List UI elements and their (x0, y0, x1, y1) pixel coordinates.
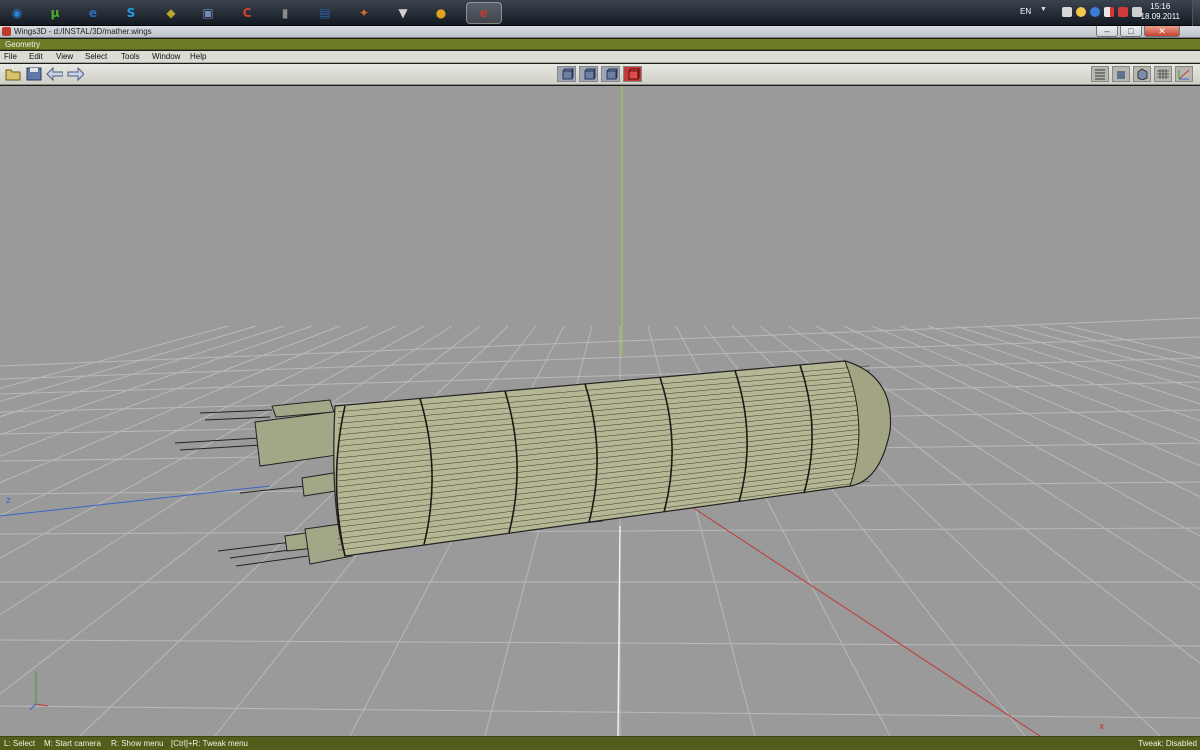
grid-line (0, 325, 341, 457)
language-indicator[interactable]: EN (1020, 7, 1031, 16)
body-select-mode-icon[interactable] (623, 66, 642, 82)
ground-grid-icon[interactable] (1154, 66, 1172, 82)
menu-select[interactable]: Select (85, 51, 107, 63)
menu-bar: File Edit View Select Tools Window Help (0, 51, 1200, 63)
maximize-button[interactable]: □ (1120, 26, 1142, 37)
grid-line (899, 325, 1200, 442)
menu-view[interactable]: View (56, 51, 73, 63)
face-select-mode-icon[interactable] (601, 66, 620, 82)
menu-help[interactable]: Help (190, 51, 206, 63)
tray-flag-icon[interactable] (1104, 7, 1114, 17)
toolbar (0, 64, 1200, 85)
grid-line (0, 705, 1200, 719)
ccleaner-icon[interactable]: C (236, 2, 258, 24)
menu-window[interactable]: Window (152, 51, 180, 63)
z-axis-line (0, 485, 271, 517)
minimize-button[interactable]: – (1096, 26, 1118, 37)
file-utility-icon[interactable]: ▣ (197, 2, 219, 24)
wireframe-view-icon[interactable] (1091, 66, 1109, 82)
skype-icon[interactable]: S (120, 2, 142, 24)
menu-file[interactable]: File (4, 51, 17, 63)
grid-line (0, 639, 1200, 647)
grid-line (0, 317, 1200, 367)
undo-arrow-icon[interactable] (46, 66, 63, 82)
status-hint-left-click: L: Select (4, 739, 36, 748)
tray-alert-icon[interactable] (1118, 7, 1128, 17)
windows-taskbar: ◉ µ e S ◆ ▣ C ▮ ▤ ✦ ▼ ● e EN ▼ 15:16 18.09.2011 (0, 0, 1200, 26)
open-folder-icon[interactable] (4, 66, 21, 82)
status-hint-right-click: R: Show menu (111, 739, 164, 748)
wings3d-task-icon[interactable]: e (466, 2, 502, 24)
clock-date: 18.09.2011 (1140, 12, 1180, 21)
game-app-icon[interactable]: ✦ (353, 2, 375, 24)
grid-line (1067, 325, 1200, 359)
save-icon[interactable] (25, 66, 42, 82)
close-button[interactable]: ✕ (1144, 26, 1180, 37)
wings3d-app-icon (2, 27, 11, 36)
status-hint-tweak: [Ctrl]+R: Tweak menu (171, 739, 248, 748)
smooth-shaded-view-icon[interactable] (1112, 66, 1130, 82)
language-dropdown-icon[interactable]: ▼ (1040, 6, 1047, 13)
tray-info-icon[interactable] (1090, 7, 1100, 17)
system-clock[interactable]: 15:16 18.09.2011 (1141, 2, 1180, 22)
ground-grid (0, 317, 1200, 736)
tweak-status-indicator: Tweak: Disabled (1138, 739, 1197, 748)
menu-tools[interactable]: Tools (121, 51, 140, 63)
redo-arrow-icon[interactable] (67, 66, 84, 82)
z-axis-label: z (6, 496, 11, 506)
grid-line (1039, 325, 1200, 368)
cylinder-mesh (333, 360, 892, 557)
show-desktop-button[interactable] (1192, 0, 1200, 26)
grid-line (0, 325, 229, 389)
utorrent-icon[interactable]: µ (44, 2, 66, 24)
geometry-window-title: Geometry (5, 40, 41, 49)
vertex-select-mode-icon[interactable] (557, 66, 576, 82)
floppy-save-icon[interactable]: ▤ (314, 2, 336, 24)
grid-line (871, 325, 1200, 467)
grid-line (0, 325, 285, 418)
window-title-bar[interactable]: Wings3D - d:/INSTAL/3D/mather.wings – □ … (0, 26, 1200, 38)
tray-sun-icon[interactable] (1076, 7, 1086, 17)
windows-start-icon[interactable]: ◉ (6, 2, 28, 24)
menu-edit[interactable]: Edit (29, 51, 43, 63)
scene-canvas[interactable] (0, 86, 1200, 736)
perspective-cube-icon[interactable] (1133, 66, 1151, 82)
tray-network-icon[interactable] (1062, 7, 1072, 17)
edge-select-mode-icon[interactable] (579, 66, 598, 82)
grid-line (843, 325, 1200, 498)
status-bar: L: Select M: Start camera R: Show menu [… (0, 736, 1200, 750)
chrome-icon[interactable]: ● (430, 2, 452, 24)
system-tray: EN ▼ 15:16 18.09.2011 (1000, 0, 1200, 26)
orientation-gizmo (29, 671, 49, 711)
app-launcher-icon[interactable]: ◆ (160, 2, 182, 24)
alien-app-icon[interactable]: ▼ (392, 2, 414, 24)
geometry-viewport[interactable]: z x (0, 86, 1200, 736)
geometry-window-header[interactable]: Geometry (0, 39, 1200, 50)
speaker-app-icon[interactable]: ▮ (274, 2, 296, 24)
grid-line (0, 527, 1200, 535)
window-title: Wings3D - d:/INSTAL/3D/mather.wings (14, 27, 152, 36)
internet-explorer-icon[interactable]: e (82, 2, 104, 24)
status-hint-middle-click: M: Start camera (44, 739, 101, 748)
axes-view-icon[interactable] (1175, 66, 1193, 82)
clock-time: 15:16 (1150, 2, 1171, 11)
x-axis-marker: x (1099, 722, 1105, 732)
